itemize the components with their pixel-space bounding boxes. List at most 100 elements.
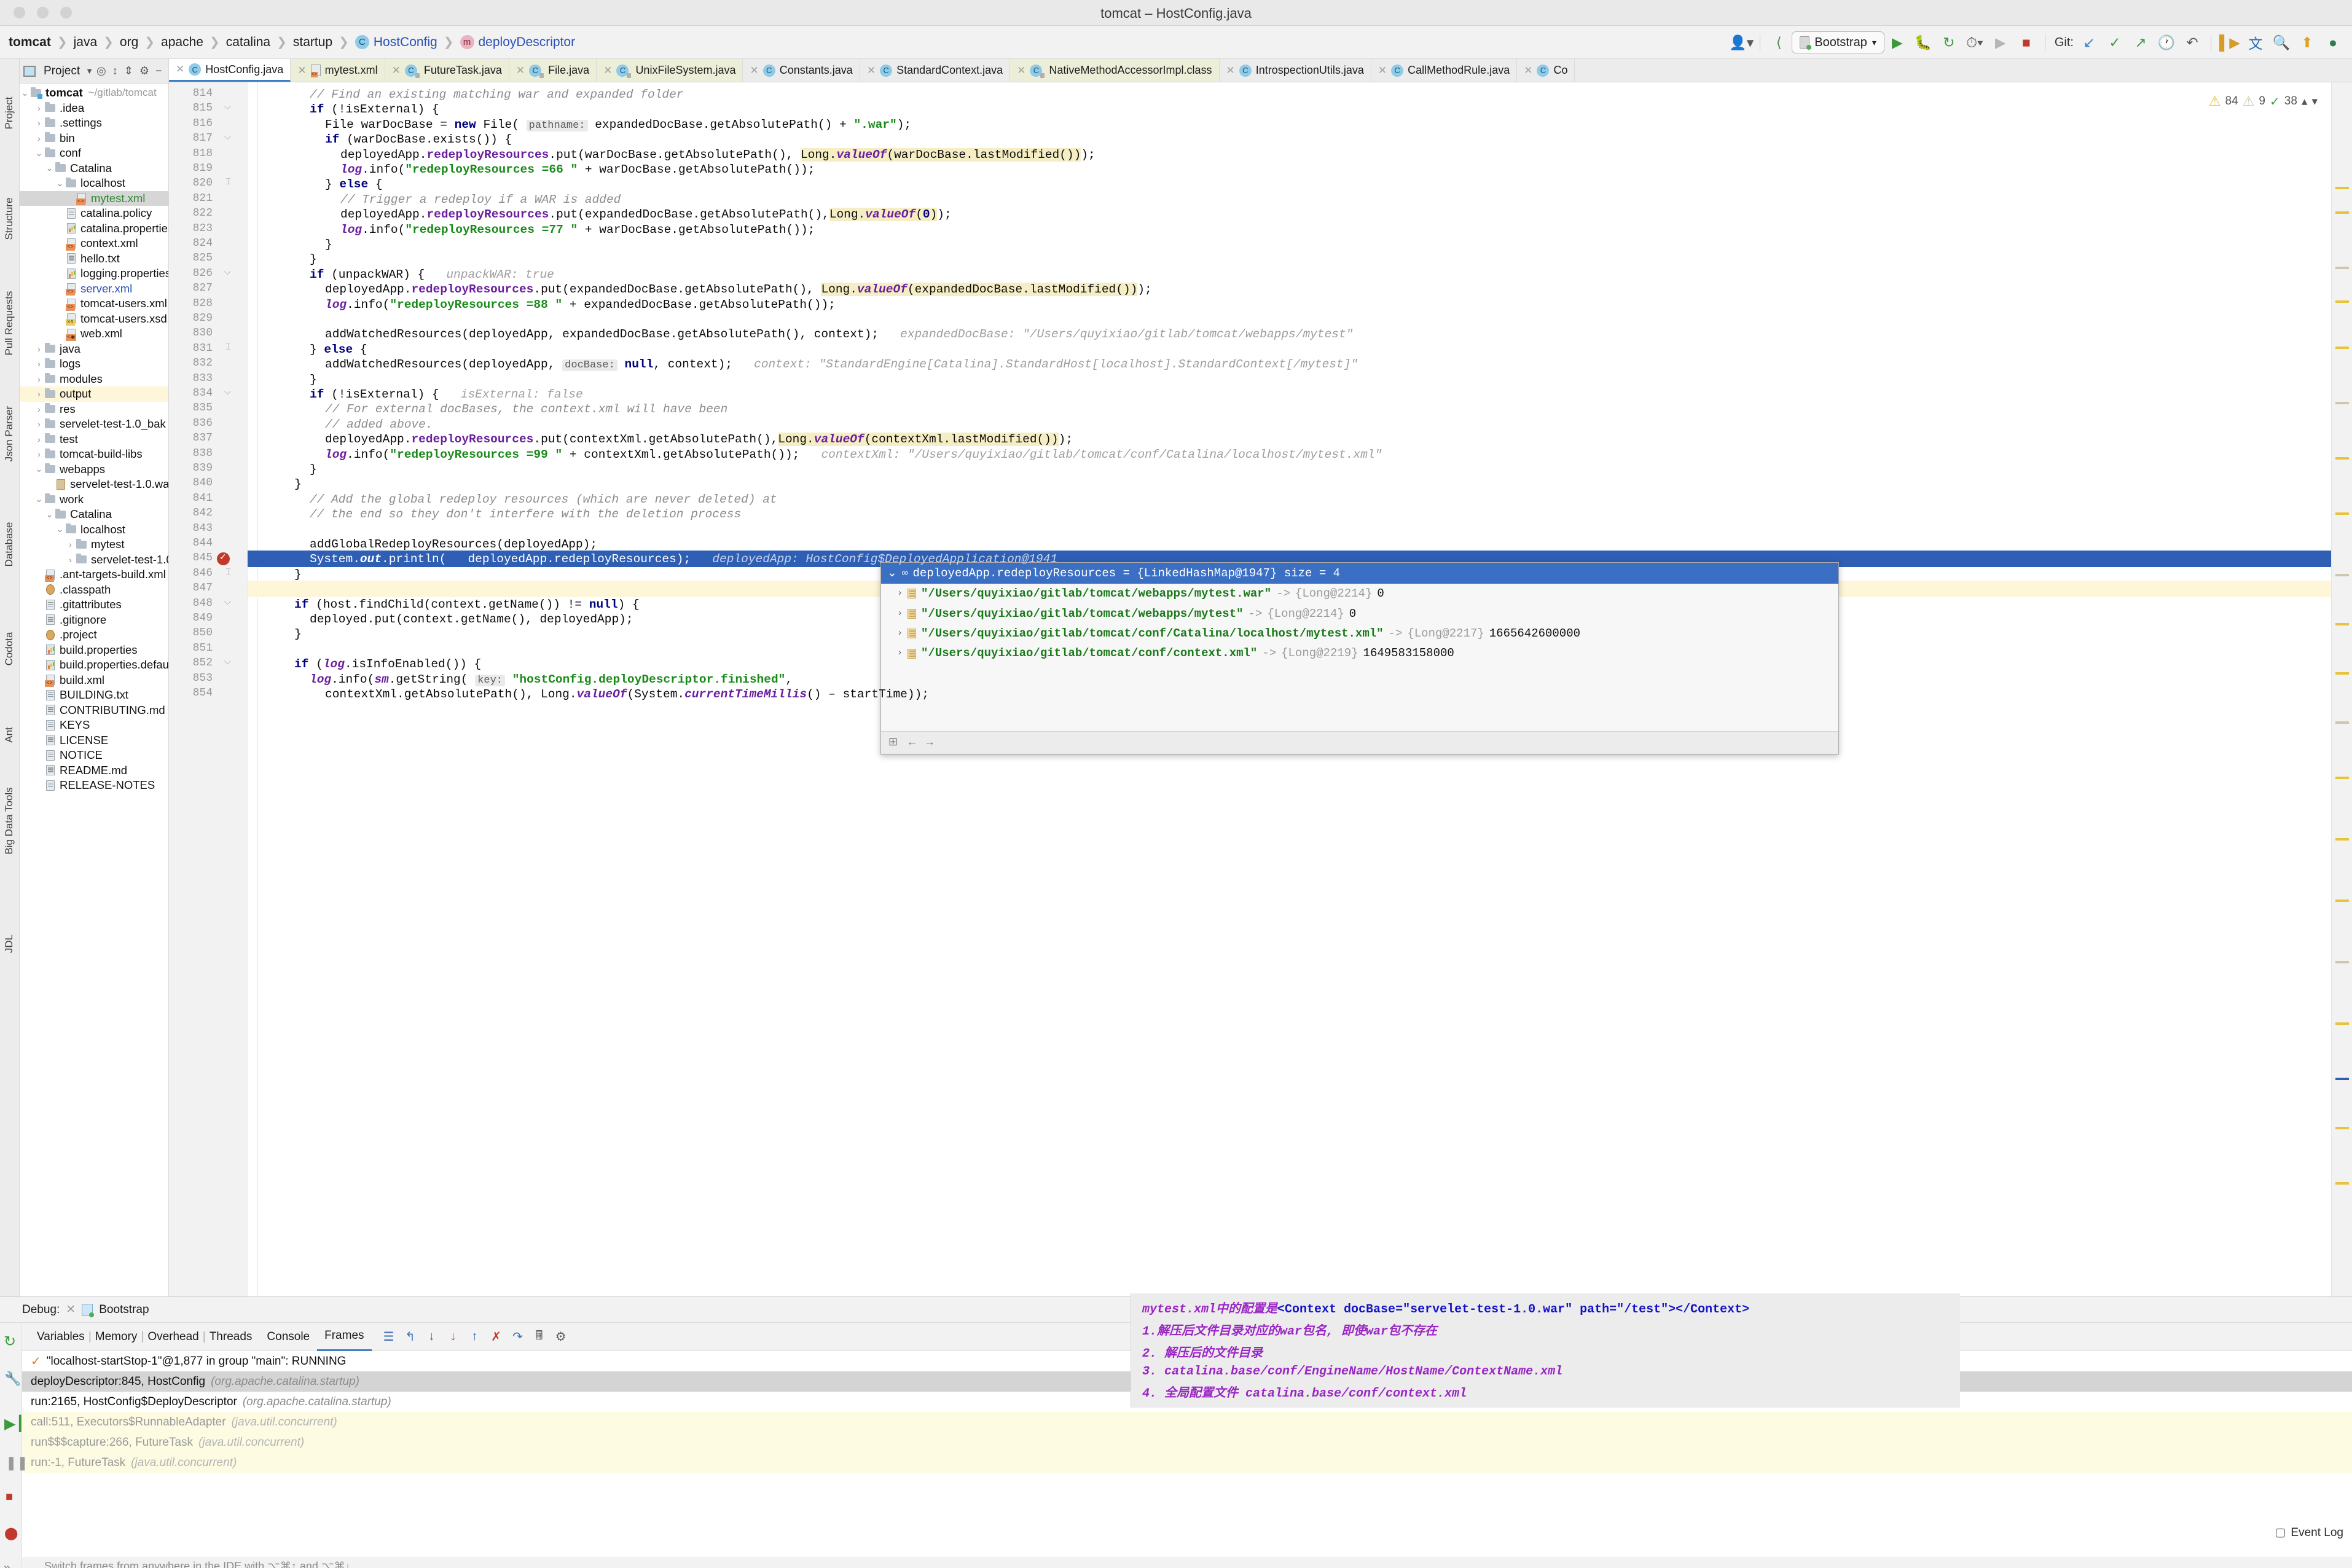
translate-icon[interactable]: 文 (2243, 29, 2268, 55)
rerun-icon[interactable]: ↻ (4, 1333, 16, 1350)
tab-overhead-label[interactable]: Overhead (147, 1330, 198, 1344)
tree-item[interactable]: ⌄ work (20, 492, 168, 508)
breadcrumb-item-0[interactable]: tomcat (9, 35, 51, 50)
tree-twisty-icon[interactable]: › (34, 374, 44, 384)
tree-twisty-icon[interactable]: › (34, 344, 44, 354)
tree-twisty-icon[interactable]: ⌄ (44, 163, 55, 173)
editor-marker-bar[interactable] (2331, 82, 2352, 1296)
tree-twisty-icon[interactable]: ⌄ (20, 88, 30, 98)
code-line[interactable]: } (310, 462, 317, 477)
editor-tab[interactable]: ✕ C CallMethodRule.java (1371, 59, 1518, 82)
strip-item-big-data-tools[interactable]: Big Data Tools (3, 762, 15, 879)
theme-icon[interactable]: ● (2320, 29, 2346, 55)
code-line[interactable]: log.info("redeployResources =77 " + warD… (340, 222, 815, 237)
marker-tick[interactable] (2335, 267, 2349, 269)
tree-item[interactable]: catalina.properties (20, 221, 168, 237)
code-line[interactable]: } (310, 252, 317, 267)
code-line[interactable]: // the end so they don't interfere with … (310, 507, 741, 522)
tree-twisty-icon[interactable]: ⌄ (34, 494, 44, 504)
tree-twisty-icon[interactable]: › (34, 449, 44, 459)
layout-icon[interactable]: ☰ (379, 1327, 399, 1347)
back-icon[interactable]: ← (909, 735, 915, 750)
project-tree[interactable]: ⌄ tomcat ~/gitlab/tomcat › .idea › .settings › b… (20, 84, 168, 1296)
tree-item[interactable]: <◉ web.xml (20, 326, 168, 342)
editor-tab[interactable]: ✕ mytest.xml (291, 59, 385, 82)
tree-item[interactable]: › test (20, 432, 168, 447)
code-line[interactable]: if (log.isInfoEnabled()) { (294, 657, 481, 672)
tree-twisty-icon[interactable]: ⌄ (44, 509, 55, 520)
debug-icon[interactable]: 🐛 (1910, 29, 1936, 55)
tree-item[interactable]: › bin (20, 131, 168, 146)
tab-threads-label[interactable]: Threads (210, 1330, 253, 1344)
sequence-diagram-icon[interactable]: ▌▶ (2217, 29, 2243, 55)
close-tab-icon[interactable]: ✕ (867, 65, 876, 77)
back-arrow-icon[interactable]: ⟨ (1766, 29, 1792, 55)
coverage-icon[interactable]: ⏱▾ (1962, 29, 1988, 55)
code-line[interactable]: // Trigger a redeploy if a WAR is added (340, 192, 621, 207)
tree-item[interactable]: › logs (20, 356, 168, 372)
code-folding-marker[interactable]: ⌶ (225, 342, 231, 352)
marker-tick[interactable] (2335, 347, 2349, 349)
chevron-down-icon[interactable]: ⌄ (887, 566, 897, 581)
tree-twisty-icon[interactable]: ⌄ (55, 178, 65, 189)
popup-entry[interactable]: › "/Users/quyixiao/gitlab/tomcat/conf/Cat… (881, 624, 1838, 643)
expand-chevron-icon[interactable]: › (897, 626, 903, 641)
code-line[interactable]: } (294, 477, 302, 492)
stop-icon[interactable]: ■ (6, 1490, 13, 1504)
tree-item[interactable]: build.properties (20, 643, 168, 658)
expand-chevron-icon[interactable]: › (897, 586, 903, 601)
run-icon[interactable]: ▶ (1884, 29, 1910, 55)
code-line[interactable]: // For external docBases, the context.xm… (325, 402, 727, 417)
tree-item[interactable]: servelet-test-1.0.war (20, 477, 168, 492)
mute-breakpoints-icon[interactable]: » (4, 1561, 10, 1568)
editor-tab[interactable]: ✕ C Co (1517, 59, 1575, 82)
tree-item[interactable]: BUILDING.txt (20, 688, 168, 703)
strip-item-database[interactable]: Database (3, 486, 15, 603)
debug-session-name[interactable]: Bootstrap (99, 1303, 149, 1317)
tree-item[interactable]: ⌄ webapps (20, 462, 168, 477)
code-folding-marker[interactable]: ⌶ (225, 566, 231, 577)
breadcrumb-item-2[interactable]: org (120, 35, 138, 50)
tree-root-tomcat[interactable]: ⌄ tomcat ~/gitlab/tomcat (20, 85, 168, 101)
marker-tick[interactable] (2335, 721, 2349, 724)
tree-twisty-icon[interactable]: › (34, 404, 44, 414)
marker-tick[interactable] (2335, 512, 2349, 515)
code-line[interactable]: File warDocBase = new File( pathname: ex… (325, 117, 911, 133)
collapse-all-icon[interactable]: ⇕ (124, 65, 133, 77)
breadcrumb-method[interactable]: deployDescriptor (479, 35, 576, 50)
previous-problem-icon[interactable]: ▴ (2302, 95, 2308, 109)
close-tab-icon[interactable]: ✕ (1378, 65, 1387, 77)
marker-tick[interactable] (2335, 457, 2349, 460)
tree-item[interactable]: hello.txt (20, 251, 168, 267)
close-session-icon[interactable]: ✕ (66, 1303, 76, 1317)
expand-chevron-icon[interactable]: › (897, 646, 903, 661)
breadcrumb-item-5[interactable]: startup (293, 35, 332, 50)
tree-item[interactable]: ⌄ Catalina (20, 161, 168, 176)
force-step-into-icon[interactable]: ↓ (444, 1327, 463, 1347)
frame-row[interactable]: run:-1, FutureTask (java.util.concurrent) (22, 1452, 2352, 1473)
search-everywhere-icon[interactable]: 🔍 (2268, 29, 2294, 55)
marker-tick[interactable] (2335, 777, 2349, 779)
next-problem-icon[interactable]: ▾ (2311, 95, 2318, 109)
strip-item-structure[interactable]: Structure (3, 191, 15, 246)
editor-gutter[interactable]: 814 815 ⌵ 816 817 ⌵ 818 819 820 ⌶ 821 822 823 824 825 8… (169, 82, 248, 1296)
tree-twisty-icon[interactable]: ⌄ (34, 464, 44, 474)
code-line[interactable]: addWatchedResources(deployedApp, expande… (325, 327, 1353, 342)
tree-item[interactable]: xs tomcat-users.xsd (20, 312, 168, 327)
popup-entry-list[interactable]: › "/Users/quyixiao/gitlab/tomcat/webapps/… (881, 584, 1838, 731)
code-line[interactable]: if (host.findChild(context.getName()) !=… (294, 597, 640, 612)
rollback-icon[interactable]: ↶ (2179, 29, 2205, 55)
code-line[interactable]: // Add the global redeploy resources (wh… (310, 492, 777, 507)
tree-item[interactable]: RELEASE-NOTES (20, 778, 168, 793)
editor-tab-bar[interactable]: ✕CHostConfig.java✕mytest.xml✕CFutureTask… (169, 59, 2352, 82)
tree-item[interactable]: NOTICE (20, 748, 168, 763)
tree-item[interactable]: › servelet-test-1.0_bak (20, 417, 168, 432)
marker-tick[interactable] (2335, 402, 2349, 404)
marker-tick[interactable] (2335, 300, 2349, 303)
marker-tick[interactable] (2335, 1182, 2349, 1185)
tree-item[interactable]: <> context.xml (20, 236, 168, 251)
locate-icon[interactable]: ◎ (96, 65, 106, 77)
tab-console[interactable]: Console (259, 1323, 317, 1351)
resume-icon[interactable]: ▶┃ (4, 1415, 25, 1433)
marker-tick[interactable] (2335, 187, 2349, 189)
